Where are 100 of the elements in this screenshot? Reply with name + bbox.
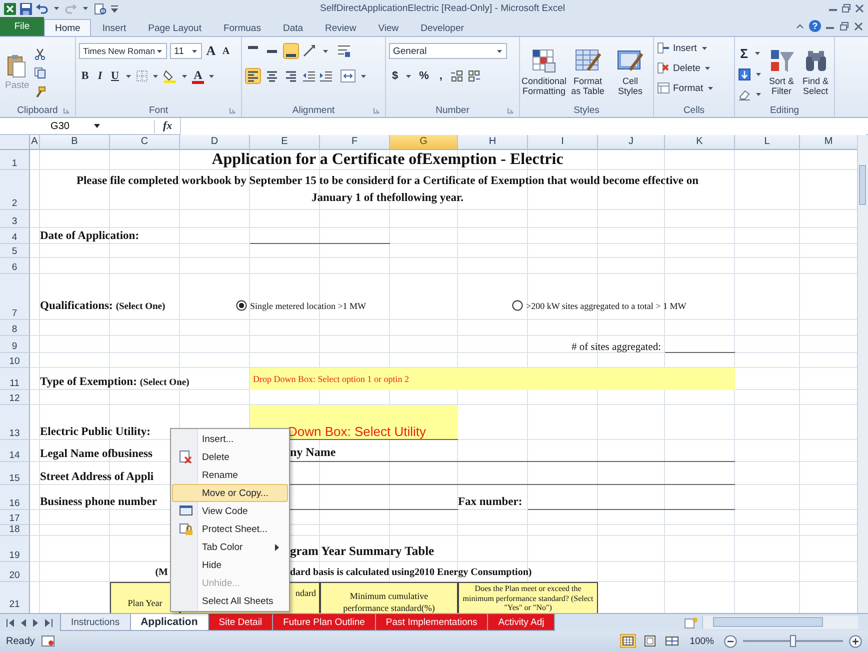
font-size-field[interactable]: 11 <box>170 43 202 59</box>
ribbon-tab[interactable]: Data <box>272 19 314 36</box>
row-header[interactable]: 21 <box>0 582 30 613</box>
styles-button[interactable]: Conditional Formatting <box>523 46 565 98</box>
scissors-icon[interactable] <box>34 48 46 60</box>
column-header[interactable]: C <box>110 135 180 150</box>
page-break-view-icon[interactable] <box>664 634 680 648</box>
autosum-button[interactable]: Σ <box>738 45 750 61</box>
row-header[interactable]: 5 <box>0 244 30 258</box>
shrink-font-button[interactable]: A <box>220 43 232 59</box>
column-header[interactable]: K <box>665 135 735 150</box>
menu-item[interactable]: View Code <box>172 502 288 520</box>
copy-icon[interactable] <box>34 67 48 79</box>
merge-cells-icon[interactable] <box>340 69 356 83</box>
cells-button[interactable]: Format <box>657 80 731 96</box>
ribbon-tab[interactable]: View <box>367 19 410 36</box>
row-header[interactable]: 13 <box>0 405 30 440</box>
spreadsheet-grid[interactable] <box>0 135 858 613</box>
column-header[interactable]: G <box>390 135 458 150</box>
radio-option[interactable]: Single metered location >1 MW <box>236 300 366 311</box>
spreadsheet-icon[interactable] <box>4 2 16 14</box>
text-align-icon[interactable] <box>245 68 261 84</box>
row-header[interactable]: 18 <box>0 525 30 536</box>
underline-button[interactable]: U <box>109 68 121 84</box>
page-layout-view-icon[interactable] <box>642 634 658 648</box>
column-header[interactable]: D <box>180 135 250 150</box>
row-header[interactable]: 2 <box>0 170 30 210</box>
sheet-tab[interactable]: Activity Adj <box>487 614 556 631</box>
column-header[interactable]: A <box>30 135 40 150</box>
fill-color-icon[interactable] <box>163 69 177 83</box>
close-icon[interactable] <box>855 4 864 13</box>
number-format-field[interactable]: General <box>389 43 507 59</box>
ribbon-tab[interactable]: Review <box>314 19 368 36</box>
insert-function-button[interactable]: fx <box>163 120 172 132</box>
column-header[interactable]: I <box>528 135 598 150</box>
sheet-tab[interactable]: Instructions <box>60 614 131 631</box>
zoom-slider[interactable] <box>743 635 843 647</box>
first-sheet-icon[interactable] <box>6 618 15 626</box>
row-header[interactable]: 1 <box>0 150 30 170</box>
ribbon-tab[interactable]: Formuas <box>212 19 272 36</box>
wrap-text-icon[interactable] <box>337 44 351 58</box>
row-header[interactable]: 11 <box>0 368 30 390</box>
menu-item[interactable]: Hide <box>172 556 288 574</box>
collapse-ribbon-icon[interactable] <box>796 23 804 29</box>
bold-button[interactable]: B <box>79 68 91 84</box>
vertical-align-icon[interactable] <box>283 43 299 59</box>
column-header[interactable]: E <box>250 135 320 150</box>
font-name-field[interactable]: Times New Roman <box>79 43 167 59</box>
sheet-tab[interactable]: Future Plan Outline <box>272 614 376 631</box>
column-header[interactable]: J <box>598 135 665 150</box>
menu-item[interactable]: Tab Color <box>172 538 288 556</box>
row-header[interactable]: 15 <box>0 462 30 485</box>
row-header[interactable]: 9 <box>0 336 30 353</box>
sheet-tab[interactable]: Past Implementations <box>374 614 488 631</box>
last-sheet-icon[interactable] <box>44 618 53 626</box>
row-header[interactable]: 17 <box>0 510 30 525</box>
cells-button[interactable]: Insert <box>657 40 731 56</box>
increase-decimal-icon[interactable] <box>450 70 464 82</box>
format-painter-icon[interactable] <box>34 86 46 98</box>
dropdown-field[interactable]: Drop Down Box: Select option 1 or optin 2 <box>250 368 735 390</box>
ribbon-tab[interactable]: Insert <box>91 19 138 36</box>
file-tab[interactable]: File <box>0 17 44 36</box>
radio-option[interactable]: >200 kW sites aggregated to a total > 1 MW <box>512 300 686 311</box>
decrease-indent-icon[interactable] <box>302 69 316 83</box>
caret-icon[interactable] <box>94 124 100 128</box>
row-header[interactable]: 3 <box>0 210 30 228</box>
save-icon[interactable] <box>20 2 32 14</box>
sheet-tab[interactable]: Application <box>130 614 209 631</box>
scrollbar[interactable] <box>702 616 858 629</box>
column-header[interactable]: H <box>458 135 528 150</box>
styles-button[interactable]: Cell Styles <box>610 46 650 98</box>
menu-item[interactable]: Rename <box>172 466 288 484</box>
row-header[interactable]: 19 <box>0 536 30 562</box>
slider-thumb[interactable] <box>790 635 796 647</box>
row-header[interactable]: 8 <box>0 320 30 336</box>
row-header[interactable]: 12 <box>0 390 30 405</box>
column-header[interactable]: M <box>800 135 858 150</box>
column-header[interactable]: F <box>320 135 390 150</box>
next-sheet-icon[interactable] <box>32 618 39 626</box>
sheet-tab[interactable]: Site Detail <box>208 614 274 631</box>
zoom-level[interactable]: 100% <box>690 636 714 646</box>
fill-down-icon[interactable] <box>738 68 751 81</box>
row-header[interactable]: 16 <box>0 485 30 510</box>
styles-button[interactable]: Format as Table <box>568 46 608 98</box>
editing-button[interactable]: Find & Select <box>800 46 831 98</box>
customize-icon[interactable] <box>111 4 118 14</box>
editing-button[interactable]: Sort & Filter <box>766 46 797 98</box>
normal-view-icon[interactable] <box>620 634 636 648</box>
orientation-icon[interactable] <box>302 44 318 58</box>
currency-button[interactable]: $ <box>389 68 402 84</box>
ribbon-tab[interactable]: Page Layout <box>137 19 212 36</box>
cells-button[interactable]: Delete <box>657 60 731 76</box>
help-button[interactable]: ? <box>809 20 821 32</box>
record-macro-icon[interactable] <box>40 635 55 647</box>
percent-button[interactable]: % <box>416 68 432 84</box>
scrollbar[interactable] <box>857 135 868 613</box>
italic-button[interactable]: I <box>94 68 106 84</box>
increase-indent-icon[interactable] <box>319 69 333 83</box>
formula-field[interactable] <box>180 118 866 134</box>
menu-item[interactable]: Delete <box>172 448 288 466</box>
